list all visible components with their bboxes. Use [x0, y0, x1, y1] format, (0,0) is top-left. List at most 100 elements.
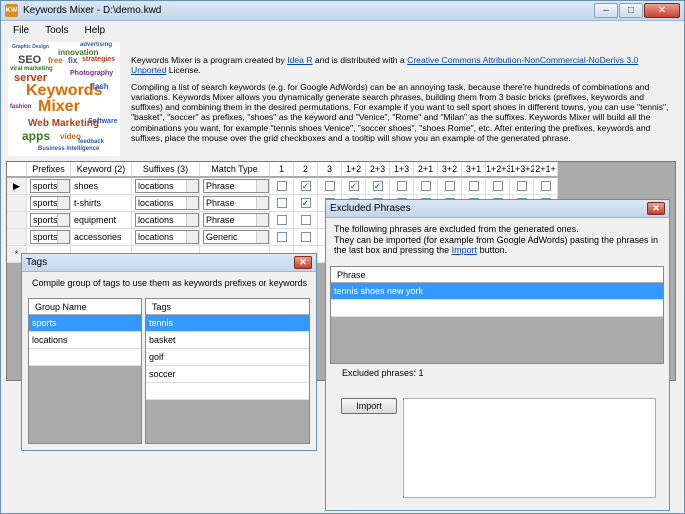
- minimize-button[interactable]: –: [594, 3, 618, 18]
- excluded-close-button[interactable]: ✕: [647, 202, 665, 215]
- grid-cell-prefix[interactable]: sports: [27, 178, 71, 195]
- combo-checkbox[interactable]: [276, 215, 287, 225]
- close-button[interactable]: ✕: [644, 3, 680, 18]
- tag-row[interactable]: tennis: [146, 315, 309, 332]
- import-textarea[interactable]: [403, 398, 656, 498]
- combo-checkbox[interactable]: [300, 215, 311, 225]
- grid-header[interactable]: Keyword (2): [71, 162, 132, 177]
- group-name-header[interactable]: Group Name: [29, 299, 141, 315]
- grid-cell-suffix[interactable]: locations: [132, 212, 200, 229]
- tags-dialog: Tags ✕ Compile group of tags to use them…: [21, 253, 317, 451]
- grid-cell-prefix[interactable]: sports: [27, 195, 71, 212]
- phrase-row[interactable]: tennis shoes new york: [331, 283, 663, 300]
- menu-file[interactable]: File: [13, 25, 29, 36]
- combo-checkbox[interactable]: [468, 181, 479, 191]
- grid-header[interactable]: Prefixes (1): [27, 162, 71, 189]
- match-dropdown[interactable]: Phrase: [203, 179, 269, 193]
- grid-cell-suffix[interactable]: locations: [132, 178, 200, 195]
- grid-corner: [7, 162, 27, 177]
- row-selector[interactable]: ▶: [7, 178, 27, 195]
- combo-checkbox[interactable]: [540, 181, 551, 191]
- km-app-icon: KW: [5, 4, 18, 17]
- tags-close-button[interactable]: ✕: [294, 256, 312, 269]
- group-row[interactable]: sports: [29, 315, 141, 332]
- tags-list[interactable]: Tags tennis basket golf soccer: [145, 298, 310, 444]
- tag-row[interactable]: golf: [146, 349, 309, 366]
- combo-checkbox[interactable]: [276, 232, 287, 242]
- suffix-dropdown[interactable]: locations: [135, 179, 199, 193]
- grid-cell-match[interactable]: Phrase: [200, 195, 270, 212]
- row-selector[interactable]: [7, 212, 27, 229]
- import-button[interactable]: Import: [341, 398, 397, 414]
- tag-row[interactable]: [146, 383, 309, 400]
- combo-checkbox[interactable]: [276, 198, 287, 208]
- row-selector[interactable]: [7, 195, 27, 212]
- suffix-dropdown[interactable]: locations: [135, 196, 199, 210]
- group-list[interactable]: Group Name sports locations: [28, 298, 142, 444]
- grid-cell-match[interactable]: Phrase: [200, 178, 270, 195]
- grid-header[interactable]: 2+3: [366, 162, 390, 177]
- combo-checkbox[interactable]: [420, 181, 431, 191]
- match-dropdown[interactable]: Generic: [203, 230, 269, 244]
- grid-header[interactable]: 1+3+2: [510, 162, 536, 177]
- menu-help[interactable]: Help: [84, 25, 105, 36]
- grid-cell-suffix[interactable]: locations: [132, 195, 200, 212]
- grid-header[interactable]: Match Type: [200, 162, 270, 177]
- phrase-list[interactable]: Phrase tennis shoes new york: [330, 266, 664, 364]
- match-dropdown[interactable]: Phrase: [203, 213, 269, 227]
- row-selector[interactable]: [7, 229, 27, 246]
- group-row[interactable]: [29, 349, 141, 366]
- grid-cell-prefix[interactable]: sports: [27, 229, 71, 246]
- combo-checkbox[interactable]: ✓: [300, 181, 311, 191]
- grid-header[interactable]: 2+1+: [534, 162, 558, 177]
- combo-checkbox[interactable]: [324, 181, 335, 191]
- menu-tools[interactable]: Tools: [45, 25, 68, 36]
- grid-cell-combo: ✓: [294, 178, 318, 195]
- grid-cell-match[interactable]: Phrase: [200, 212, 270, 229]
- grid-cell-combo: [270, 195, 294, 212]
- grid-header[interactable]: 1: [270, 162, 294, 177]
- prefix-dropdown[interactable]: sports: [30, 213, 70, 227]
- phrase-header[interactable]: Phrase: [331, 267, 663, 283]
- grid-header[interactable]: Suffixes (3): [132, 162, 200, 177]
- combo-checkbox[interactable]: [276, 181, 287, 191]
- import-link[interactable]: Import: [452, 245, 478, 255]
- grid-cell-suffix[interactable]: locations: [132, 229, 200, 246]
- grid-header[interactable]: 1+3: [390, 162, 414, 177]
- grid-cell-keyword[interactable]: equipment: [71, 212, 132, 229]
- phrase-row[interactable]: [331, 300, 663, 317]
- grid-header[interactable]: 3: [318, 162, 342, 177]
- grid-cell-match[interactable]: Generic: [200, 229, 270, 246]
- tag-row[interactable]: basket: [146, 332, 309, 349]
- maximize-button[interactable]: □: [619, 3, 643, 18]
- tag-row[interactable]: soccer: [146, 366, 309, 383]
- match-dropdown[interactable]: Phrase: [203, 196, 269, 210]
- idea-r-link[interactable]: Idea R: [287, 55, 312, 65]
- grid-cell-combo: [414, 178, 438, 195]
- prefix-dropdown[interactable]: sports: [30, 179, 70, 193]
- grid-header[interactable]: 3+2: [438, 162, 462, 177]
- combo-checkbox[interactable]: [396, 181, 407, 191]
- tags-header[interactable]: Tags: [146, 299, 309, 315]
- combo-checkbox[interactable]: [516, 181, 527, 191]
- combo-checkbox[interactable]: ✓: [372, 181, 383, 191]
- grid-header[interactable]: 2+1: [414, 162, 438, 177]
- grid-header[interactable]: 2: [294, 162, 318, 177]
- grid-header[interactable]: 1+2+3: [486, 162, 512, 177]
- grid-cell-prefix[interactable]: sports: [27, 212, 71, 229]
- grid-cell-keyword[interactable]: shoes: [71, 178, 132, 195]
- group-row[interactable]: locations: [29, 332, 141, 349]
- combo-checkbox[interactable]: [444, 181, 455, 191]
- combo-checkbox[interactable]: ✓: [348, 181, 359, 191]
- grid-cell-keyword[interactable]: t-shirts: [71, 195, 132, 212]
- combo-checkbox[interactable]: ✓: [300, 198, 311, 208]
- grid-header[interactable]: 1+2: [342, 162, 366, 177]
- grid-header[interactable]: 3+1: [462, 162, 486, 177]
- suffix-dropdown[interactable]: locations: [135, 213, 199, 227]
- prefix-dropdown[interactable]: sports: [30, 230, 70, 244]
- combo-checkbox[interactable]: [300, 232, 311, 242]
- prefix-dropdown[interactable]: sports: [30, 196, 70, 210]
- grid-cell-keyword[interactable]: accessories: [71, 229, 132, 246]
- combo-checkbox[interactable]: [492, 181, 503, 191]
- suffix-dropdown[interactable]: locations: [135, 230, 199, 244]
